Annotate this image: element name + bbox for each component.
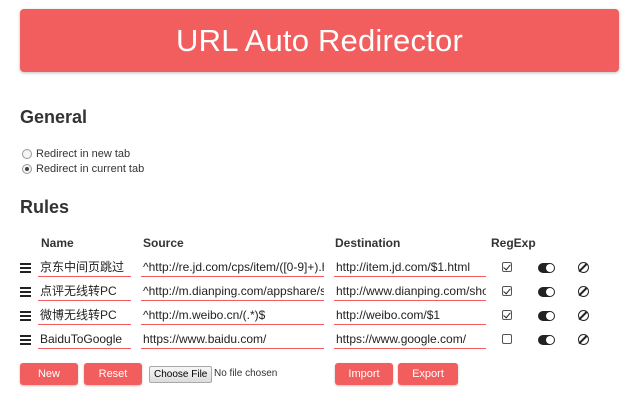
- column-header-name: Name: [41, 236, 74, 250]
- redirect-new-tab-option[interactable]: Redirect in new tab: [22, 148, 130, 160]
- toggle-icon[interactable]: [538, 263, 555, 273]
- regexp-checkbox[interactable]: [502, 262, 512, 272]
- delete-icon[interactable]: [578, 262, 589, 273]
- rule-source-input[interactable]: https://www.baidu.com/: [141, 329, 324, 349]
- rule-row: 点评无线转PC ^http://m.dianping.com/appshare/…: [0, 281, 640, 303]
- regexp-checkbox[interactable]: [502, 334, 512, 344]
- drag-handle-icon[interactable]: [20, 335, 31, 345]
- rule-destination-input[interactable]: https://www.google.com/: [334, 329, 486, 349]
- column-header-destination: Destination: [335, 236, 401, 250]
- redirect-new-tab-radio[interactable]: [22, 149, 32, 159]
- column-header-source: Source: [143, 236, 184, 250]
- drag-handle-icon[interactable]: [20, 311, 31, 321]
- export-button[interactable]: Export: [398, 363, 458, 385]
- toggle-icon[interactable]: [538, 311, 555, 321]
- regexp-checkbox[interactable]: [502, 310, 512, 320]
- rule-name-input[interactable]: BaiduToGoogle: [38, 329, 131, 349]
- rules-section-title: Rules: [20, 197, 70, 217]
- rule-source-input[interactable]: ^http://m.dianping.com/appshare/shop/(.*…: [141, 281, 324, 301]
- rule-destination-input[interactable]: http://item.jd.com/$1.html: [334, 257, 486, 277]
- rule-destination-input[interactable]: http://www.dianping.com/shop/$1: [334, 281, 486, 301]
- toggle-icon[interactable]: [538, 287, 555, 297]
- rule-row: BaiduToGoogle https://www.baidu.com/ htt…: [0, 329, 640, 351]
- app-title: URL Auto Redirector: [176, 22, 463, 58]
- redirect-current-tab-label: Redirect in current tab: [36, 163, 145, 175]
- drag-handle-icon[interactable]: [20, 263, 31, 273]
- rule-name-input[interactable]: 微博无线转PC: [38, 305, 131, 325]
- column-header-regexp: RegExp: [491, 236, 536, 250]
- regexp-checkbox[interactable]: [502, 286, 512, 296]
- delete-icon[interactable]: [578, 310, 589, 321]
- delete-icon[interactable]: [578, 334, 589, 345]
- rule-source-input[interactable]: ^http://re.jd.com/cps/item/([0-9]+).html: [141, 257, 324, 277]
- rule-destination-input[interactable]: http://weibo.com/$1: [334, 305, 486, 325]
- reset-button[interactable]: Reset: [84, 363, 142, 385]
- file-status-label: No file chosen: [214, 368, 278, 379]
- rule-source-input[interactable]: ^http://m.weibo.cn/(.*)$: [141, 305, 324, 325]
- new-rule-button[interactable]: New: [20, 363, 78, 385]
- drag-handle-icon[interactable]: [20, 287, 31, 297]
- options-page: URL Auto Redirector General Redirect in …: [0, 0, 640, 400]
- rule-row: 微博无线转PC ^http://m.weibo.cn/(.*)$ http://…: [0, 305, 640, 327]
- app-title-banner: URL Auto Redirector: [20, 9, 619, 72]
- toggle-icon[interactable]: [538, 335, 555, 345]
- import-button[interactable]: Import: [335, 363, 393, 385]
- rule-name-input[interactable]: 点评无线转PC: [38, 281, 131, 301]
- choose-file-button[interactable]: Choose File: [149, 366, 213, 383]
- delete-icon[interactable]: [578, 286, 589, 297]
- redirect-current-tab-option[interactable]: Redirect in current tab: [22, 163, 144, 175]
- general-section-title: General: [20, 107, 88, 127]
- rule-row: 京东中间页跳过 ^http://re.jd.com/cps/item/([0-9…: [0, 257, 640, 279]
- rule-name-input[interactable]: 京东中间页跳过: [38, 257, 131, 277]
- redirect-current-tab-radio[interactable]: [22, 164, 32, 174]
- redirect-new-tab-label: Redirect in new tab: [36, 148, 131, 160]
